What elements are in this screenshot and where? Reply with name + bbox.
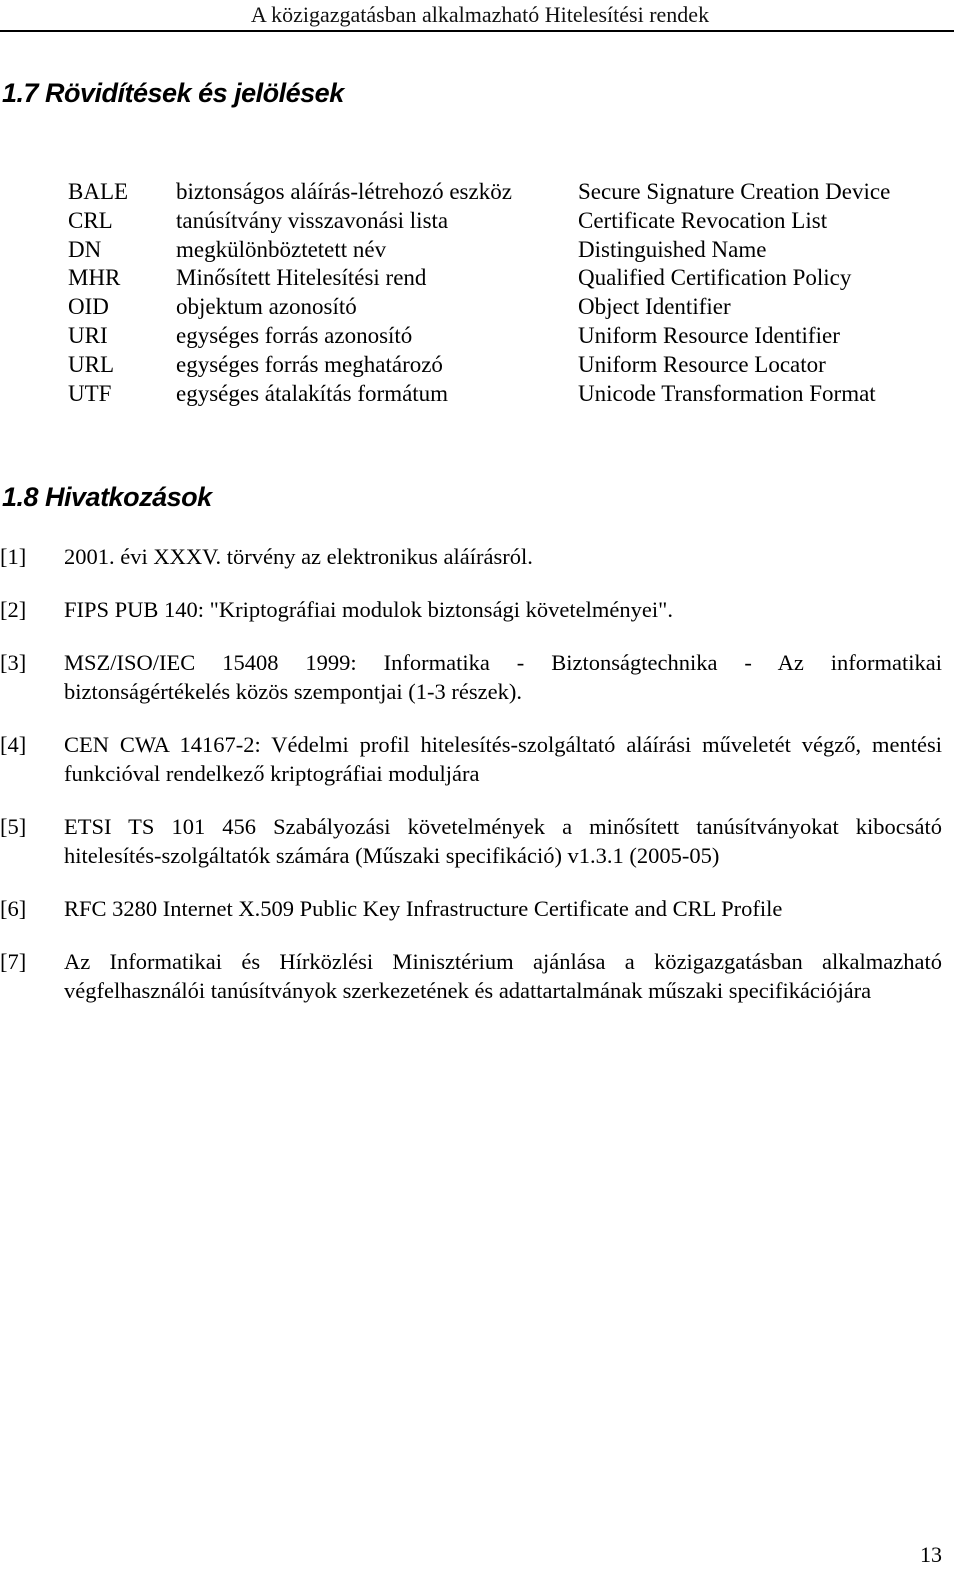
reference-text: 2001. évi XXXV. törvény az elektronikus … — [64, 544, 533, 569]
abbreviation-english: Qualified Certification Policy — [578, 265, 852, 291]
abbreviation-code: URL — [68, 351, 114, 377]
reference-number: [4] — [0, 732, 27, 757]
reference-text: Az Informatikai és Hírközlési Minisztéri… — [64, 949, 942, 1003]
reference-item: [1] 2001. évi XXXV. törvény az elektroni… — [0, 542, 942, 571]
page-number: 13 — [920, 1542, 942, 1567]
abbreviation-hungarian: egységes forrás azonosító — [176, 322, 413, 348]
abbreviation-code: DN — [68, 236, 102, 262]
reference-item: [4] CEN CWA 14167-2: Védelmi profil hite… — [0, 730, 942, 788]
header-rule — [0, 30, 954, 32]
references-list: [1] 2001. évi XXXV. törvény az elektroni… — [0, 542, 942, 1029]
abbreviation-hungarian: egységes átalakítás formátum — [176, 380, 449, 406]
abbreviation-code: UTF — [68, 380, 112, 406]
section-heading-references: 1.8 Hivatkozások — [2, 482, 212, 512]
reference-item: [7] Az Informatikai és Hírközlési Minisz… — [0, 947, 942, 1005]
abbreviation-english: Secure Signature Creation Device — [578, 179, 891, 204]
reference-number: [6] — [0, 896, 27, 921]
abbreviation-hungarian: tanúsítvány visszavonási lista — [176, 207, 449, 233]
running-header: A közigazgatásban alkalmazható Hitelesít… — [250, 2, 710, 27]
reference-text: RFC 3280 Internet X.509 Public Key Infra… — [64, 896, 783, 921]
abbreviation-hungarian: egységes forrás meghatározó — [176, 351, 443, 377]
abbreviation-code: URI — [68, 322, 108, 348]
abbreviation-code: BALE — [68, 179, 129, 204]
reference-item: [3] MSZ/ISO/IEC 15408 1999: Informatika … — [0, 648, 942, 706]
abbreviation-english: Uniform Resource Identifier — [578, 322, 840, 348]
reference-number: [7] — [0, 949, 27, 974]
abbreviation-english: Object Identifier — [578, 294, 731, 320]
reference-text: MSZ/ISO/IEC 15408 1999: Informatika - Bi… — [64, 650, 942, 704]
abbreviation-code: OID — [68, 294, 109, 320]
abbreviation-english: Distinguished Name — [578, 236, 767, 262]
abbreviation-code: CRL — [68, 207, 113, 233]
reference-item: [5] ETSI TS 101 456 Szabályozási követel… — [0, 812, 942, 870]
abbreviation-code: MHR — [68, 265, 121, 291]
reference-text: CEN CWA 14167-2: Védelmi profil hitelesí… — [64, 732, 942, 786]
reference-text: ETSI TS 101 456 Szabályozási követelmény… — [64, 814, 942, 868]
reference-item: [6] RFC 3280 Internet X.509 Public Key I… — [0, 894, 942, 923]
abbreviation-english: Unicode Transformation Format — [578, 380, 876, 406]
abbreviation-hungarian: Minősített Hitelesítési rend — [176, 265, 427, 291]
abbreviation-hungarian: megkülönböztetett név — [176, 236, 387, 262]
abbreviation-hungarian: biztonságos aláírás-létrehozó eszköz — [176, 179, 512, 204]
section-heading-abbreviations: 1.7 Rövidítések és jelölések — [2, 78, 344, 108]
abbreviation-hungarian: objektum azonosító — [176, 294, 357, 320]
reference-number: [1] — [0, 544, 27, 569]
abbreviation-english: Certificate Revocation List — [578, 207, 828, 233]
reference-number: [3] — [0, 650, 27, 675]
reference-text: FIPS PUB 140: "Kriptográfiai modulok biz… — [64, 597, 673, 622]
reference-item: [2] FIPS PUB 140: "Kriptográfiai modulok… — [0, 595, 942, 624]
reference-number: [5] — [0, 814, 27, 839]
reference-number: [2] — [0, 597, 27, 622]
abbreviation-english: Uniform Resource Locator — [578, 351, 826, 377]
